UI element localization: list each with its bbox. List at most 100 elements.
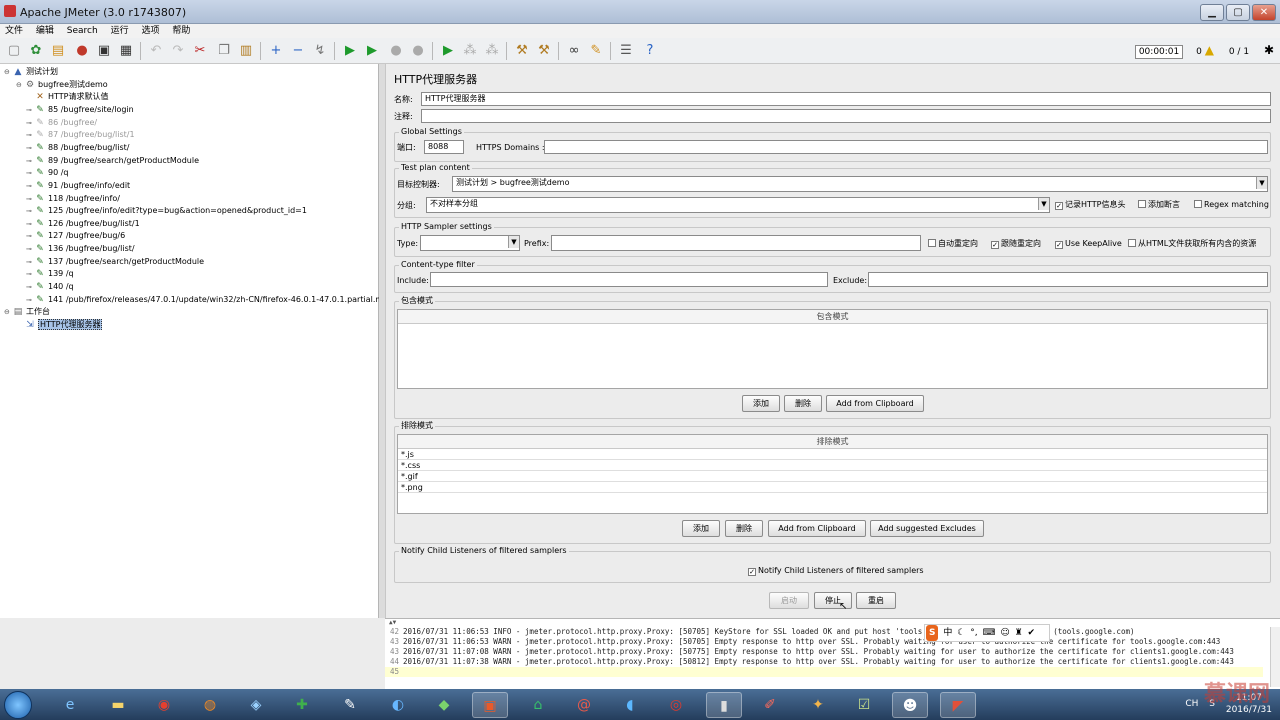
include-add-button[interactable]: 添加 — [742, 395, 780, 412]
exclude-delete-button[interactable]: 删除 — [725, 520, 763, 537]
dev-tool-icon[interactable]: ◆ — [426, 692, 462, 718]
table-row[interactable]: *.js — [398, 449, 1267, 460]
table-row[interactable]: *.gif — [398, 471, 1267, 482]
ime-chinese-mode[interactable]: 中 — [943, 625, 952, 641]
chat-icon[interactable]: ◖ — [612, 692, 648, 718]
port-field[interactable]: 8088 — [424, 140, 464, 154]
include-field[interactable] — [430, 272, 828, 287]
tree-node[interactable]: ⊸ ✎ 87 /bugfree/bug/list/1 — [26, 129, 135, 141]
paint-icon[interactable]: ✦ — [800, 692, 836, 718]
remote-globe-icon[interactable]: ✱ — [1264, 43, 1274, 57]
test-plan-tree[interactable]: ⊖ ▲ 测试计划 ⊖ ⚙ bugfree测试demo ✕ HTTP请求默认值 ⊸ ✎ 85 /bug… — [0, 64, 391, 618]
android-icon[interactable]: ✚ — [284, 692, 320, 718]
add-assertions-checkbox[interactable]: 添加断言 — [1138, 199, 1180, 210]
tree-node[interactable]: ⊸ ✎ 125 /bugfree/info/edit?type=bug&action… — [26, 205, 307, 217]
tree-collapse-icon[interactable]: ⊖ — [16, 79, 24, 91]
keepalive-checkbox[interactable]: ✓ Use KeepAlive — [1055, 238, 1122, 249]
ie-icon[interactable]: e — [52, 692, 88, 718]
start-run-icon[interactable]: ▶ — [340, 41, 360, 61]
cut-icon[interactable]: ✂ — [190, 41, 210, 61]
maximize-button[interactable]: ▢ — [1226, 4, 1250, 21]
exclude-patterns-table[interactable]: 排除模式 *.js *.css *.gif *.png — [397, 434, 1268, 514]
windows-start-button[interactable] — [4, 691, 32, 719]
sogou-ime-icon[interactable]: S — [926, 625, 939, 641]
tree-collapse-icon[interactable]: ⊖ — [4, 66, 12, 78]
add-suggested-excludes-button[interactable]: Add suggested Excludes — [870, 520, 984, 537]
table-row[interactable]: *.css — [398, 460, 1267, 471]
close-button[interactable]: ✕ — [1252, 4, 1276, 21]
start-proxy-button[interactable]: 启动 — [769, 592, 809, 609]
tree-node[interactable]: ⊸ ✎ 90 /q — [26, 167, 69, 179]
menu-help[interactable]: 帮助 — [167, 24, 195, 38]
tree-node[interactable]: ⊖ ▲ 测试计划 — [4, 66, 58, 78]
new-icon[interactable]: ▢ — [4, 41, 24, 61]
input-language[interactable]: CH — [1185, 692, 1198, 716]
tree-expand-icon[interactable]: ⊸ — [26, 117, 34, 129]
app-icon[interactable]: ◈ — [238, 692, 274, 718]
tree-collapse-icon[interactable]: ⊖ — [4, 306, 12, 318]
clear-all-icon[interactable]: ⚒ — [534, 41, 554, 61]
target-controller-select[interactable]: 测试计划 > bugfree测试demo ▼ — [452, 176, 1268, 192]
tree-node[interactable]: ⊸ ✎ 88 /bugfree/bug/list/ — [26, 142, 129, 154]
clear-icon[interactable]: ⚒ — [512, 41, 532, 61]
tree-expand-icon[interactable]: ⊸ — [26, 104, 34, 116]
ime-user-icon[interactable]: ☺ — [1000, 625, 1009, 641]
ppt-icon[interactable]: ▣ — [472, 692, 508, 718]
tree-node[interactable]: ⊖ ▤ 工作台 — [4, 306, 50, 318]
save-icon[interactable]: ▣ — [94, 41, 114, 61]
ime-toolbar[interactable]: S 中 ☾ °, ⌨ ☺ ♜ ✔ — [924, 624, 1050, 642]
menu-edit[interactable]: 编辑 — [31, 24, 59, 38]
collapse-arrows-icon[interactable]: ▲▼ — [389, 619, 396, 626]
tree-expand-icon[interactable]: ⊸ — [26, 218, 34, 230]
tree-node[interactable]: ⊸ ✎ 127 /bugfree/bug/6 — [26, 230, 125, 242]
exclude-clipboard-button[interactable]: Add from Clipboard — [768, 520, 866, 537]
warning-counter[interactable]: 0 ▲ — [1196, 43, 1214, 57]
include-clipboard-button[interactable]: Add from Clipboard — [826, 395, 924, 412]
tree-node[interactable]: ⊸ ✎ 139 /q — [26, 268, 74, 280]
ime-tools-icon[interactable]: ✔ — [1028, 625, 1036, 641]
chrome-icon[interactable]: ◉ — [146, 692, 182, 718]
tree-node[interactable]: ⊸ ✎ 118 /bugfree/info/ — [26, 193, 120, 205]
ime-keyboard-icon[interactable]: ⌨ — [982, 625, 995, 641]
tree-expand-icon[interactable]: ⊸ — [26, 155, 34, 167]
tree-expand-icon[interactable]: ⊸ — [26, 180, 34, 192]
type-select[interactable]: ▼ — [420, 235, 520, 251]
search-icon[interactable]: ∞ — [564, 41, 584, 61]
pen-app-icon[interactable]: ✎ — [332, 692, 368, 718]
tree-node[interactable]: ⊸ ✎ 126 /bugfree/bug/list/1 — [26, 218, 140, 230]
templates-icon[interactable]: ✿ — [26, 41, 46, 61]
tree-node[interactable]: ⊸ ✎ 136 /bugfree/bug/list/ — [26, 243, 135, 255]
redo-icon[interactable]: ↷ — [168, 41, 188, 61]
tree-node[interactable]: ⊸ ✎ 137 /bugfree/search/getProductModule — [26, 256, 204, 268]
tree-expand-icon[interactable]: ⊸ — [26, 142, 34, 154]
exclude-field[interactable] — [868, 272, 1268, 287]
log-scrollbar[interactable] — [1270, 627, 1280, 687]
rocket-icon[interactable]: ⌂ — [520, 692, 556, 718]
expand-icon[interactable]: + — [266, 41, 286, 61]
tree-expand-icon[interactable]: ⊸ — [26, 268, 34, 280]
https-domains-field[interactable] — [544, 140, 1268, 154]
menu-search[interactable]: Search — [62, 24, 103, 38]
terminal-icon[interactable]: ▮ — [706, 692, 742, 718]
tree-node[interactable]: ⊸ ✎ 89 /bugfree/search/getProductModule — [26, 155, 199, 167]
tree-expand-icon[interactable]: ⊸ — [26, 256, 34, 268]
save-as-icon[interactable]: ▦ — [116, 41, 136, 61]
reset-search-icon[interactable]: ✎ — [586, 41, 606, 61]
tree-expand-icon[interactable]: ⊸ — [26, 205, 34, 217]
tree-expand-icon[interactable]: ⊸ — [26, 129, 34, 141]
tree-expand-icon[interactable]: ⊸ — [26, 193, 34, 205]
tree-expand-icon[interactable]: ⊸ — [26, 230, 34, 242]
notes-icon[interactable]: ☑ — [846, 692, 882, 718]
embedded-resources-checkbox[interactable]: 从HTML文件获取所有内含的资源 — [1128, 238, 1256, 249]
tree-node[interactable]: ⊸ ✎ 85 /bugfree/site/login — [26, 104, 134, 116]
face-app-icon[interactable]: ☻ — [892, 692, 928, 718]
toggle-icon[interactable]: ↯ — [310, 41, 330, 61]
notify-child-listeners-checkbox[interactable]: ✓ Notify Child Listeners of filtered samp… — [748, 565, 924, 576]
tree-expand-icon[interactable]: ⊸ — [26, 294, 34, 306]
stop-run-icon[interactable]: ● — [386, 41, 406, 61]
tree-node[interactable]: ⊖ ⚙ bugfree测试demo — [16, 79, 108, 91]
tree-expand-icon[interactable]: ⊸ — [26, 281, 34, 293]
tree-node[interactable]: ⇲ HTTP代理服务器 — [16, 319, 103, 331]
menu-run[interactable]: 运行 — [106, 24, 134, 38]
editor-icon[interactable]: ✐ — [752, 692, 788, 718]
